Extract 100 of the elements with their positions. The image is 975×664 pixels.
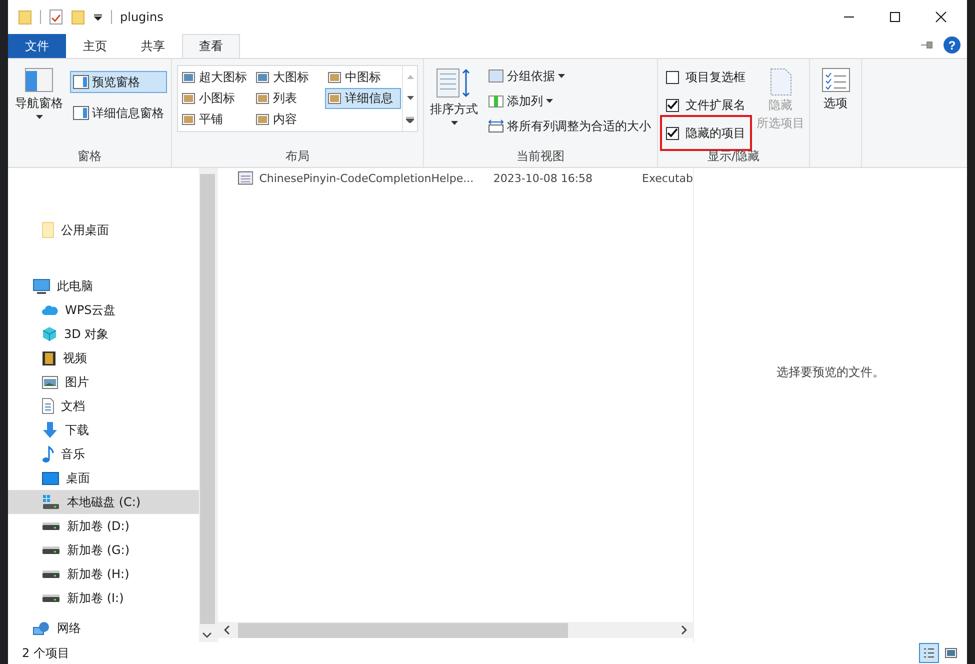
checkbox-option[interactable]: 项目复选框 bbox=[660, 65, 752, 89]
network-icon bbox=[33, 620, 50, 636]
group-label: 布局 bbox=[286, 148, 310, 165]
scroll-down-icon[interactable] bbox=[406, 96, 414, 100]
ribbon-tab[interactable]: 主页 bbox=[66, 34, 124, 58]
group-label: 显示/隐藏 bbox=[707, 148, 760, 165]
ribbon-tab[interactable]: 文件 bbox=[8, 34, 66, 58]
view-icon bbox=[328, 93, 341, 104]
view-icon bbox=[256, 93, 269, 104]
drive-icon bbox=[42, 522, 60, 530]
details-view-button[interactable] bbox=[919, 643, 939, 663]
file-name[interactable]: ChinesePinyin-CodeCompletionHelpe... bbox=[259, 172, 488, 184]
scroll-down-icon[interactable] bbox=[202, 632, 212, 638]
nav-item[interactable]: 下载 bbox=[8, 418, 199, 442]
size-columns-button[interactable]: 将所有列调整为合适的大小 bbox=[485, 115, 654, 137]
maximize-icon[interactable] bbox=[889, 11, 901, 23]
expand-gallery-icon[interactable] bbox=[406, 116, 414, 122]
window-title: plugins bbox=[120, 10, 164, 24]
view-icon bbox=[256, 114, 269, 125]
properties-icon[interactable] bbox=[49, 9, 63, 25]
cube-icon bbox=[42, 326, 57, 342]
document-icon bbox=[770, 68, 792, 96]
layout-option[interactable]: 大图标 bbox=[253, 67, 325, 88]
scrollbar[interactable] bbox=[218, 622, 693, 638]
pane-layout-icon bbox=[73, 75, 89, 89]
ribbon-tab[interactable]: 查看 bbox=[182, 34, 240, 58]
nav-item[interactable]: WPS云盘 bbox=[8, 298, 199, 322]
picture-icon bbox=[42, 376, 58, 388]
preview-message: 选择要预览的文件。 bbox=[776, 364, 884, 381]
cloud-icon bbox=[42, 304, 58, 316]
checklist-icon bbox=[822, 68, 850, 92]
nav-item[interactable]: 音乐 bbox=[8, 442, 199, 466]
nav-item[interactable]: 视频 bbox=[8, 346, 199, 370]
dropdown-icon[interactable] bbox=[93, 12, 103, 22]
film-icon bbox=[42, 350, 56, 366]
layout-option[interactable]: 超大图标 bbox=[179, 67, 253, 88]
file-date: 2023-10-08 16:58 bbox=[493, 172, 594, 184]
layout-option[interactable]: 中图标 bbox=[325, 67, 401, 88]
layout-option[interactable]: 内容 bbox=[253, 109, 325, 130]
scroll-right-icon[interactable] bbox=[681, 625, 687, 635]
drive-icon bbox=[42, 594, 60, 602]
document-icon bbox=[42, 398, 54, 414]
view-icon bbox=[182, 72, 195, 83]
view-icon bbox=[328, 72, 341, 83]
ribbon-tab[interactable]: 共享 bbox=[124, 34, 182, 58]
checkbox[interactable] bbox=[666, 126, 678, 140]
pane-layout-icon bbox=[73, 106, 89, 120]
checkbox-option[interactable]: 隐藏的项目 bbox=[660, 115, 752, 151]
nav-item[interactable]: 公用桌面 bbox=[8, 218, 199, 242]
down-arrow-icon bbox=[42, 422, 58, 438]
caret-icon bbox=[450, 121, 458, 125]
desktop-icon bbox=[42, 472, 59, 484]
sort-by-button[interactable]: 排序方式 bbox=[427, 65, 481, 128]
layout-option[interactable]: 详细信息 bbox=[325, 88, 401, 109]
nav-item[interactable]: 图片 bbox=[8, 370, 199, 394]
columns-icon bbox=[488, 94, 504, 108]
checkbox-option[interactable]: 文件扩展名 bbox=[660, 93, 752, 117]
checkbox[interactable] bbox=[666, 70, 678, 84]
layout-option[interactable]: 小图标 bbox=[179, 88, 253, 109]
scrollbar-thumb[interactable] bbox=[238, 622, 568, 638]
nav-item[interactable]: 网络 bbox=[8, 616, 199, 640]
add-columns-button[interactable]: 添加列 bbox=[485, 90, 654, 112]
nav-item[interactable]: 此电脑 bbox=[8, 274, 199, 298]
help-icon[interactable]: ? bbox=[943, 36, 961, 54]
preview-pane-button[interactable]: 预览窗格 bbox=[70, 71, 167, 93]
drive-icon bbox=[42, 546, 60, 554]
nav-item[interactable]: 新加卷 (I:) bbox=[8, 586, 199, 610]
pin-icon[interactable] bbox=[921, 41, 935, 49]
options-button[interactable]: 选项 bbox=[818, 65, 852, 115]
group-icon bbox=[488, 69, 504, 83]
layout-option[interactable]: 列表 bbox=[253, 88, 325, 109]
computer-icon bbox=[33, 278, 50, 294]
group-label: 当前视图 bbox=[516, 148, 564, 165]
nav-item[interactable]: 新加卷 (H:) bbox=[8, 562, 199, 586]
details-pane-button[interactable]: 详细信息窗格 bbox=[70, 102, 167, 124]
item-count: 2 个项目 bbox=[22, 644, 70, 662]
nav-item[interactable]: 新加卷 (G:) bbox=[8, 538, 199, 562]
executable-file-icon bbox=[238, 171, 254, 185]
nav-item[interactable]: 3D 对象 bbox=[8, 322, 199, 346]
caret-icon bbox=[546, 99, 553, 103]
caret-icon bbox=[36, 115, 42, 119]
view-icon bbox=[182, 114, 195, 125]
close-icon[interactable] bbox=[935, 11, 947, 23]
checkbox[interactable] bbox=[666, 98, 678, 112]
view-icon bbox=[182, 93, 195, 104]
nav-item[interactable]: 新加卷 (D:) bbox=[8, 514, 199, 538]
nav-item[interactable]: 文档 bbox=[8, 394, 199, 418]
group-by-button[interactable]: 分组依据 bbox=[485, 65, 654, 87]
system-drive-icon bbox=[42, 494, 60, 510]
file-type: Executab bbox=[642, 172, 693, 184]
layout-option[interactable]: 平铺 bbox=[179, 109, 253, 130]
scroll-left-icon[interactable] bbox=[224, 625, 230, 635]
nav-item[interactable]: 桌面 bbox=[8, 466, 199, 490]
nav-item[interactable]: 本地磁盘 (C:) bbox=[8, 490, 199, 514]
music-note-icon bbox=[42, 446, 54, 462]
sort-table-icon bbox=[436, 68, 472, 98]
picture-icon bbox=[945, 647, 957, 659]
drive-icon bbox=[42, 570, 60, 578]
view-icon bbox=[256, 72, 269, 83]
navigation-pane-button[interactable]: 导航窗格 bbox=[12, 65, 66, 122]
